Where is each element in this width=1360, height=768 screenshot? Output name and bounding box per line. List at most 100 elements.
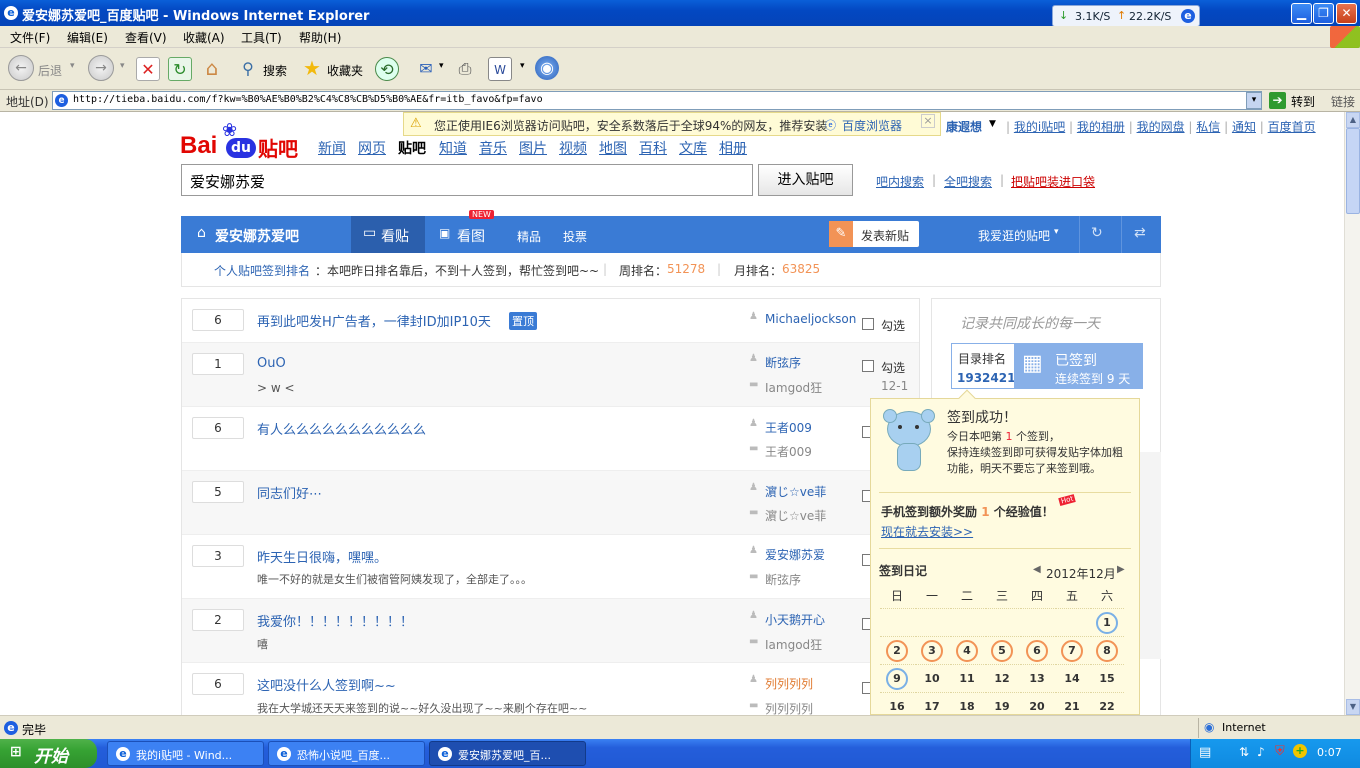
scroll-down-icon[interactable]: ▼ xyxy=(1346,699,1360,715)
menu-file[interactable]: 文件(F) xyxy=(10,29,50,46)
url-dropdown-icon[interactable]: ▾ xyxy=(1246,92,1262,109)
last-replier[interactable]: Iamgod狂 xyxy=(765,636,822,653)
tab-posts[interactable]: ▭ 看贴 xyxy=(351,216,425,253)
my-netdisk-link[interactable]: 我的网盘 xyxy=(1137,120,1185,134)
forward-dropdown-icon[interactable]: ▾ xyxy=(120,61,125,71)
refresh-icon[interactable]: ↻ xyxy=(168,57,192,81)
thread-checkbox[interactable] xyxy=(862,360,874,372)
antivirus-icon[interactable]: + xyxy=(1293,744,1307,758)
menu-favorites[interactable]: 收藏(A) xyxy=(183,29,225,46)
thread-title[interactable]: 同志们好⋯ xyxy=(257,483,322,502)
calendar-day[interactable]: 19 xyxy=(985,692,1019,715)
nav-music[interactable]: 音乐 xyxy=(479,138,507,158)
thread-row[interactable]: 6 这吧没什么人签到啊~~ 我在大学城还天天来签到的说~~好久没出现了~~来刷个… xyxy=(182,663,919,715)
thread-title[interactable]: 再到此吧发H广告者，一律封ID加IP10天 xyxy=(257,311,491,330)
my-forums-arrow-icon[interactable]: ▾ xyxy=(1054,227,1059,237)
forum-name[interactable]: 爱安娜苏爱吧 xyxy=(215,226,299,246)
calendar-day[interactable]: 9 xyxy=(880,664,914,692)
mail-icon[interactable]: ✉ xyxy=(414,57,438,81)
signin-status-box[interactable]: 目录排名 1932421 ▦ 已签到 连续签到 9 天 xyxy=(951,343,1143,389)
username-link[interactable]: 康遐想 xyxy=(946,118,982,135)
url-field[interactable]: e http://tieba.baidu.com/f?kw=%B0%AE%B0%… xyxy=(52,91,1262,110)
last-replier[interactable]: Iamgod狂 xyxy=(765,379,822,396)
prev-month-icon[interactable]: ◀ xyxy=(1033,564,1041,575)
thread-row[interactable]: 1 OuO > w < ♟ 断弦序 ▬ Iamgod狂 勾选 12-1 xyxy=(182,343,919,407)
history-icon[interactable]: ⟲ xyxy=(375,57,399,81)
nav-zhidao[interactable]: 知道 xyxy=(439,138,467,158)
security-shield-icon[interactable]: ⛨ xyxy=(1275,744,1285,759)
start-button[interactable]: ⊞ 开始 xyxy=(0,739,97,768)
tieba-pocket-link[interactable]: 把贴吧装进口袋 xyxy=(1011,173,1095,190)
thread-row[interactable]: 2 我爱你！！！！！！！！！ 嘻 ♟ 小天鹅开心 ▬ Iamgod狂 xyxy=(182,599,919,663)
thread-row[interactable]: 3 昨天生日很嗨，嘿嘿。 唯一不好的就是女生们被宿管阿姨发现了，全部走了。。。 … xyxy=(182,535,919,599)
thread-author[interactable]: 小天鹅开心 xyxy=(765,611,825,628)
calendar-day[interactable]: 11 xyxy=(950,664,984,692)
thread-author[interactable]: 断弦序 xyxy=(765,354,801,371)
thread-row[interactable]: 6 再到此吧发H广告者，一律封ID加IP10天 置顶 ♟ Michaeljock… xyxy=(182,299,919,343)
search-label[interactable]: 搜索 xyxy=(263,62,287,79)
in-forum-search-link[interactable]: 吧内搜索 xyxy=(876,173,924,190)
go-arrow-icon[interactable]: ➔ xyxy=(1269,92,1286,109)
tab-pictures[interactable]: ▣ 看图 NEW xyxy=(425,210,499,253)
calendar-day[interactable]: 2 xyxy=(880,636,914,664)
nav-wenku[interactable]: 文库 xyxy=(679,138,707,158)
menu-edit[interactable]: 编辑(E) xyxy=(67,29,108,46)
calendar-day[interactable]: 10 xyxy=(915,664,949,692)
warning-close-icon[interactable]: × xyxy=(921,114,935,128)
volume-icon[interactable]: ♪ xyxy=(1257,745,1265,759)
tab-vote[interactable]: 投票 xyxy=(563,228,587,245)
notice-link[interactable]: 通知 xyxy=(1232,120,1256,134)
calendar-day[interactable]: 3 xyxy=(915,636,949,664)
rank-label-link[interactable]: 个人贴吧签到排名 xyxy=(214,262,310,279)
menu-tools[interactable]: 工具(T) xyxy=(241,29,282,46)
baidu-home-link[interactable]: 百度首页 xyxy=(1268,120,1316,134)
nav-video[interactable]: 视频 xyxy=(559,138,587,158)
thread-author[interactable]: 列列列列 xyxy=(765,675,813,692)
calendar-day[interactable]: 16 xyxy=(880,692,914,715)
nav-baike[interactable]: 百科 xyxy=(639,138,667,158)
nav-news[interactable]: 新闻 xyxy=(318,138,346,158)
minimize-button[interactable]: ▁ xyxy=(1291,3,1312,24)
thread-title[interactable]: OuO xyxy=(257,356,286,371)
nav-album[interactable]: 相册 xyxy=(719,138,747,158)
calendar-day[interactable]: 4 xyxy=(950,636,984,664)
thread-title[interactable]: 我爱你！！！！！！！！！ xyxy=(257,611,413,630)
thread-title[interactable]: 有人么么么么么么么么么么么 xyxy=(257,419,426,438)
my-forums-dropdown[interactable]: 我爱逛的贴吧 xyxy=(978,227,1050,244)
last-replier[interactable]: 断弦序 xyxy=(765,571,801,588)
back-arrow-icon[interactable]: ← xyxy=(8,55,34,81)
close-button[interactable]: ✕ xyxy=(1336,3,1357,24)
thread-author[interactable]: 王者009 xyxy=(765,419,812,436)
nav-map[interactable]: 地图 xyxy=(599,138,627,158)
forward-arrow-icon[interactable]: → xyxy=(88,55,114,81)
network-icon[interactable]: ⇅ xyxy=(1239,745,1249,759)
switch-icon[interactable]: ⇄ xyxy=(1134,225,1146,241)
my-album-link[interactable]: 我的相册 xyxy=(1077,120,1125,134)
thread-checkbox[interactable] xyxy=(862,318,874,330)
favorites-star-icon[interactable]: ★ xyxy=(300,56,324,80)
calendar-day[interactable]: 18 xyxy=(950,692,984,715)
calendar-day[interactable]: 7 xyxy=(1055,636,1089,664)
restore-button[interactable]: ❐ xyxy=(1313,3,1334,24)
back-dropdown-icon[interactable]: ▾ xyxy=(70,61,75,71)
thread-author[interactable]: 濵じ☆ve菲 xyxy=(765,483,826,500)
calendar-day[interactable]: 5 xyxy=(985,636,1019,664)
input-method-icon[interactable]: ▤ xyxy=(1199,745,1211,760)
nav-images[interactable]: 图片 xyxy=(519,138,547,158)
calendar-day[interactable]: 20 xyxy=(1020,692,1054,715)
baidu-browser-link[interactable]: 百度浏览器 xyxy=(842,117,902,134)
favorites-label[interactable]: 收藏夹 xyxy=(327,62,363,79)
task-button-active[interactable]: e 爱安娜苏爱吧_百... xyxy=(429,741,586,766)
thread-title[interactable]: 昨天生日很嗨，嘿嘿。 xyxy=(257,547,387,566)
links-label[interactable]: 链接 xyxy=(1331,93,1355,110)
calendar-day[interactable]: 22 xyxy=(1090,692,1124,715)
edit-word-icon[interactable]: W xyxy=(488,57,512,81)
all-forum-search-link[interactable]: 全吧搜索 xyxy=(944,173,992,190)
vertical-scrollbar[interactable]: ▲ ▼ xyxy=(1344,112,1360,715)
next-month-icon[interactable]: ▶ xyxy=(1117,564,1125,575)
user-dropdown-icon[interactable]: ▼ xyxy=(989,119,996,129)
task-button-itieba[interactable]: e 我的i贴吧 - Wind... xyxy=(107,741,264,766)
search-icon[interactable]: ⚲ xyxy=(236,57,260,81)
thread-author[interactable]: 爱安娜苏爱 xyxy=(765,546,825,563)
calendar-day[interactable]: 13 xyxy=(1020,664,1054,692)
